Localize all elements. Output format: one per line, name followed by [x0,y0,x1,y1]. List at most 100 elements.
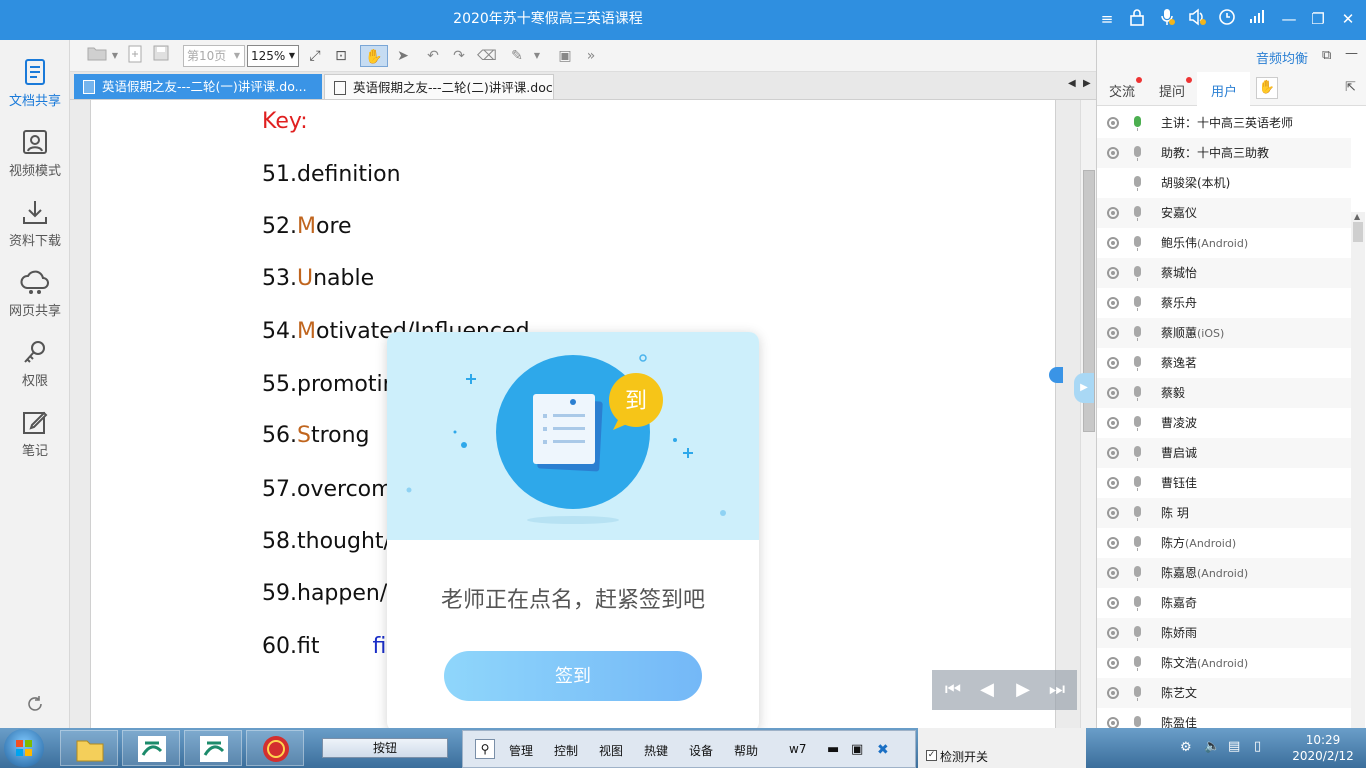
microphone-icon[interactable] [1134,536,1141,551]
microphone-icon[interactable] [1134,596,1141,611]
system-clock[interactable]: 10:29 2020/2/12 [1288,732,1358,764]
checkbox-checked[interactable]: ✓ [926,750,937,761]
camera-icon[interactable] [1107,147,1119,159]
previous-page-icon[interactable]: ◀ [976,679,998,701]
user-row[interactable]: 曹凌波 [1097,408,1351,438]
close-icon[interactable]: ✕ [1337,8,1359,30]
screen-icon[interactable]: ⧉ [1322,48,1331,63]
microphone-icon[interactable] [1134,326,1141,341]
tab-scroll-right-icon[interactable]: ▶ [1083,78,1091,89]
microphone-icon[interactable] [1134,626,1141,641]
user-row[interactable]: 蔡逸茗 [1097,348,1351,378]
raise-hand-icon[interactable]: ✋ [1256,77,1278,99]
network-icon[interactable]: ▤ [1228,739,1240,754]
user-row[interactable]: 主讲：十中高三英语老师 [1097,108,1351,138]
camera-icon[interactable] [1107,207,1119,219]
microphone-icon[interactable] [1134,356,1141,371]
tab-document-2[interactable]: 英语假期之友---二轮(二)讲评课.docx [324,74,554,99]
taskbar-app-1[interactable] [122,730,180,766]
collapse-handle[interactable] [1049,367,1063,383]
user-row[interactable]: 曹钰佳 [1097,468,1351,498]
clock-icon[interactable] [1216,8,1238,30]
user-row[interactable]: 助教：十中高三助教 [1097,138,1351,168]
undo-icon[interactable]: ↶ [422,45,444,67]
pen-icon[interactable]: ✎ [506,45,528,67]
camera-icon[interactable] [1107,267,1119,279]
nav-download[interactable]: 资料下载 [0,194,70,256]
hand-tool-icon[interactable]: ✋ [360,45,388,67]
tab-users[interactable]: 用户 [1211,81,1237,100]
menu-w7[interactable]: w7 [789,742,806,756]
panel-toggle-icon[interactable]: ▶ [1074,373,1094,403]
user-row[interactable]: 蔡毅 [1097,378,1351,408]
next-page-icon[interactable]: ▶ [1012,679,1034,701]
nav-permission[interactable]: 权限 [0,334,70,396]
tab-chat[interactable]: 交流 [1109,77,1143,100]
restore-icon[interactable]: ❐ [1307,8,1329,30]
minimize-icon[interactable]: ▬ [827,742,839,757]
microphone-icon[interactable] [1134,236,1141,251]
camera-icon[interactable] [1107,237,1119,249]
menu-control[interactable]: 控制 [554,742,578,759]
page-select[interactable]: 第10页 ▼ [183,45,245,67]
camera-icon[interactable] [1107,117,1119,129]
camera-icon[interactable] [1107,477,1119,489]
user-row[interactable]: 陈嘉恩(Android) [1097,558,1351,588]
microphone-icon[interactable] [1134,476,1141,491]
nav-notes[interactable]: 笔记 [0,404,70,466]
tab-scroll-left-icon[interactable]: ◀ [1068,78,1076,89]
menu-icon[interactable]: ≡ [1096,8,1118,30]
menu-hotkeys[interactable]: 热键 [644,742,668,759]
more-tools-icon[interactable]: » [580,45,602,67]
user-row[interactable]: 陈方(Android) [1097,528,1351,558]
microphone-icon[interactable] [1134,266,1141,281]
taskbar-app-2[interactable] [184,730,242,766]
camera-icon[interactable] [1107,387,1119,399]
microphone-icon[interactable] [1134,176,1141,191]
microphone-icon[interactable] [1134,566,1141,581]
close-icon[interactable]: ✖ [877,742,889,758]
user-row[interactable]: 陈文浩(Android) [1097,648,1351,678]
fit-screen-icon[interactable]: ⤢ [304,45,326,67]
check-in-button[interactable]: 签到 [444,651,702,701]
tab-questions[interactable]: 提问 [1159,77,1193,100]
microphone-icon[interactable] [1134,296,1141,311]
network-settings-icon[interactable]: ⚙ [1180,740,1192,755]
folder-dropdown-icon[interactable]: ▼ [110,45,120,67]
pen-dropdown-icon[interactable]: ▼ [532,45,542,67]
microphone-icon[interactable] [1134,116,1141,131]
tab-document-1[interactable]: 英语假期之友---二轮(一)讲评课.do... [74,74,322,99]
user-row[interactable]: 蔡顺蕙(iOS) [1097,318,1351,348]
new-document-icon[interactable] [124,45,146,67]
battery-icon[interactable]: ▯ [1254,739,1261,754]
camera-icon[interactable] [1107,597,1119,609]
scroll-up-icon[interactable]: ▲ [1354,212,1360,221]
pointer-icon[interactable]: ➤ [392,45,414,67]
minimize-panel-icon[interactable]: — [1345,46,1358,61]
user-row[interactable]: 陈娇雨 [1097,618,1351,648]
speaker-icon[interactable] [1186,8,1208,30]
camera-icon[interactable] [1107,447,1119,459]
user-row[interactable]: 陈 玥 [1097,498,1351,528]
camera-icon[interactable] [1107,687,1119,699]
microphone-icon[interactable] [1134,386,1141,401]
camera-icon[interactable] [1107,537,1119,549]
microphone-icon[interactable] [1134,656,1141,671]
user-row[interactable]: 安嘉仪 [1097,198,1351,228]
document-scrollbar[interactable] [1080,100,1096,728]
nav-document-share[interactable]: 文档共享 [0,54,70,116]
menu-view[interactable]: 视图 [599,742,623,759]
microphone-icon[interactable] [1134,416,1141,431]
volume-icon[interactable]: 🔈 [1204,739,1220,754]
microphone-icon[interactable] [1134,506,1141,521]
fit-page-icon[interactable]: ⊡ [330,45,352,67]
save-icon[interactable] [150,45,172,67]
insert-image-icon[interactable]: ▣ [554,45,576,67]
nav-video-mode[interactable]: 视频模式 [0,124,70,186]
user-row[interactable]: 鲍乐伟(Android) [1097,228,1351,258]
menu-help[interactable]: 帮助 [734,742,758,759]
user-row[interactable]: 陈盈佳 [1097,708,1351,728]
user-row[interactable]: 蔡乐舟 [1097,288,1351,318]
refresh-icon[interactable] [25,694,45,714]
microphone-icon[interactable] [1156,8,1178,30]
